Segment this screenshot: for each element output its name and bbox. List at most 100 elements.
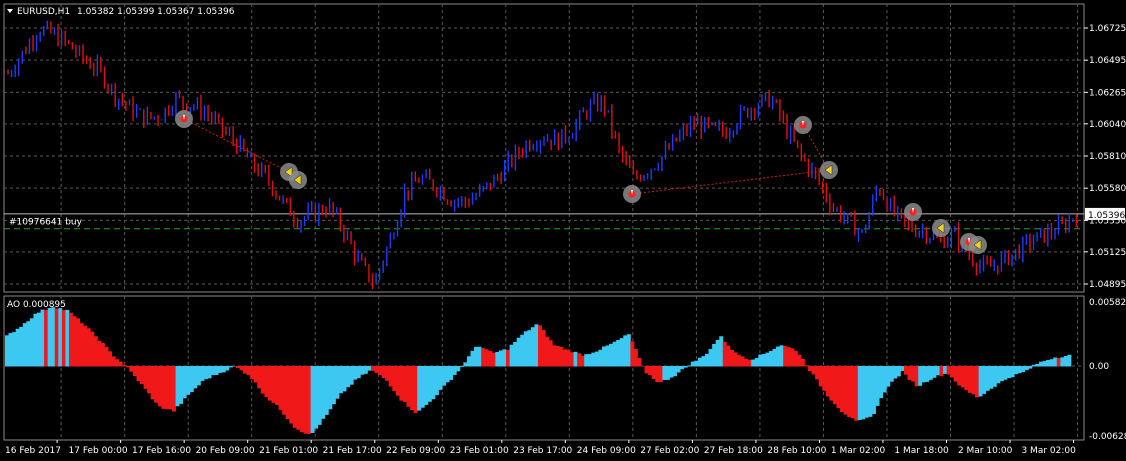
ao-bar xyxy=(211,366,216,376)
ao-bar xyxy=(179,366,184,404)
position-label: #10976641 buy xyxy=(9,218,83,228)
ao-bar xyxy=(370,366,375,371)
ao-bar xyxy=(953,366,958,382)
time-tick-label: 3 Mar 02:00 xyxy=(1021,446,1076,456)
ao-bar xyxy=(324,366,329,415)
price-tick-label: 1.05580 xyxy=(1089,184,1126,194)
price-tick-label: 1.06265 xyxy=(1089,88,1126,98)
ao-bar xyxy=(861,366,866,420)
trading-chart[interactable]: 1.06725 1.06495 1.06265 1.06040 1.05810 1.055… xyxy=(0,0,1126,461)
ao-bar xyxy=(410,366,415,411)
ao-bar xyxy=(932,366,937,378)
ao-bar xyxy=(978,366,983,397)
ao-bar xyxy=(378,366,383,376)
ao-bar xyxy=(594,351,599,367)
ao-bar xyxy=(967,366,972,393)
ao-bar xyxy=(420,366,425,408)
ao-bar xyxy=(623,335,628,367)
ao-bar xyxy=(218,366,223,373)
ao-bar xyxy=(459,366,464,367)
ao-bar xyxy=(960,366,965,388)
ao-bar xyxy=(140,366,144,385)
ao-bar xyxy=(740,356,745,367)
ao-bar xyxy=(456,366,461,372)
ao-bar xyxy=(1007,366,1011,379)
ao-bar xyxy=(722,341,727,367)
ao-bar xyxy=(72,316,77,367)
ao-bar xyxy=(221,366,226,373)
ao-bar xyxy=(367,366,372,371)
ao-bar xyxy=(925,366,930,382)
ao-bar xyxy=(989,366,994,389)
ao-bar xyxy=(51,307,56,367)
ao-bar xyxy=(278,366,283,410)
ao-bar xyxy=(470,350,475,367)
ao-bar xyxy=(5,335,9,367)
ao-bar xyxy=(1017,366,1022,374)
ao-bar xyxy=(840,366,844,412)
ao-bar xyxy=(815,366,820,380)
ao-bar xyxy=(317,366,322,425)
ao-bar xyxy=(850,366,855,419)
ao-bar xyxy=(132,366,137,377)
ao-bar xyxy=(566,349,571,367)
ao-bar xyxy=(260,366,265,394)
ao-bar xyxy=(289,366,294,424)
ao-bar xyxy=(1042,361,1047,367)
ao-bar xyxy=(854,366,859,421)
ao-bar xyxy=(207,366,212,379)
ao-bar xyxy=(182,366,187,399)
ao-bar xyxy=(76,318,81,367)
ao-bar xyxy=(797,354,802,367)
ao-bar xyxy=(736,354,741,367)
ao-bar xyxy=(299,366,304,433)
ao-bar xyxy=(1039,361,1043,367)
ao-bar xyxy=(800,358,805,367)
ao-bar xyxy=(712,343,717,367)
ao-bar xyxy=(310,366,315,434)
ao-bar xyxy=(257,366,262,389)
time-tick-label: 17 Feb 16:00 xyxy=(132,446,191,456)
ao-bar xyxy=(747,359,752,367)
ao-bar xyxy=(758,354,763,367)
ao-bar xyxy=(413,366,418,413)
time-tick-label: 1 Mar 02:00 xyxy=(831,446,886,456)
symbol-header[interactable]: EURUSD,H1 1.05382 1.05399 1.05367 1.0539… xyxy=(7,7,235,17)
ao-bar xyxy=(12,332,17,367)
ao-bar xyxy=(726,345,731,367)
ao-bar xyxy=(946,366,951,375)
ao-bar xyxy=(214,366,219,376)
ao-bar xyxy=(601,346,606,367)
ao-bar xyxy=(136,366,141,382)
ao-bar xyxy=(172,366,176,412)
ao-bar xyxy=(267,366,272,401)
ao-bar xyxy=(1010,366,1015,378)
ao-bar xyxy=(527,330,532,367)
ao-bar xyxy=(235,366,240,368)
ao-bar xyxy=(872,366,876,414)
ao-bar xyxy=(196,366,201,386)
ao-bar xyxy=(406,366,411,407)
ao-bar xyxy=(633,348,638,367)
ao-bar xyxy=(1060,357,1065,367)
ao-bar xyxy=(612,341,617,367)
ao-bar xyxy=(79,323,84,367)
ao-bar xyxy=(1053,357,1058,367)
ao-bar xyxy=(655,366,660,383)
ao-bar xyxy=(228,366,233,368)
ao-bar xyxy=(975,366,980,398)
ao-bar xyxy=(928,366,933,380)
ao-bar xyxy=(836,366,841,409)
ao-bar xyxy=(8,333,13,367)
ao-bar xyxy=(509,344,514,367)
ao-bar xyxy=(395,366,400,396)
ao-bar xyxy=(271,366,276,403)
price-tick-label: 1.06040 xyxy=(1089,120,1126,130)
ao-bar xyxy=(1056,357,1061,367)
ao-bar xyxy=(385,366,390,381)
ao-bar xyxy=(168,366,173,410)
ao-bar xyxy=(374,366,379,373)
price-tick-label: 1.04895 xyxy=(1089,280,1126,290)
ao-bar xyxy=(847,366,852,417)
current-price-tag: 1.05396 xyxy=(1085,207,1125,221)
